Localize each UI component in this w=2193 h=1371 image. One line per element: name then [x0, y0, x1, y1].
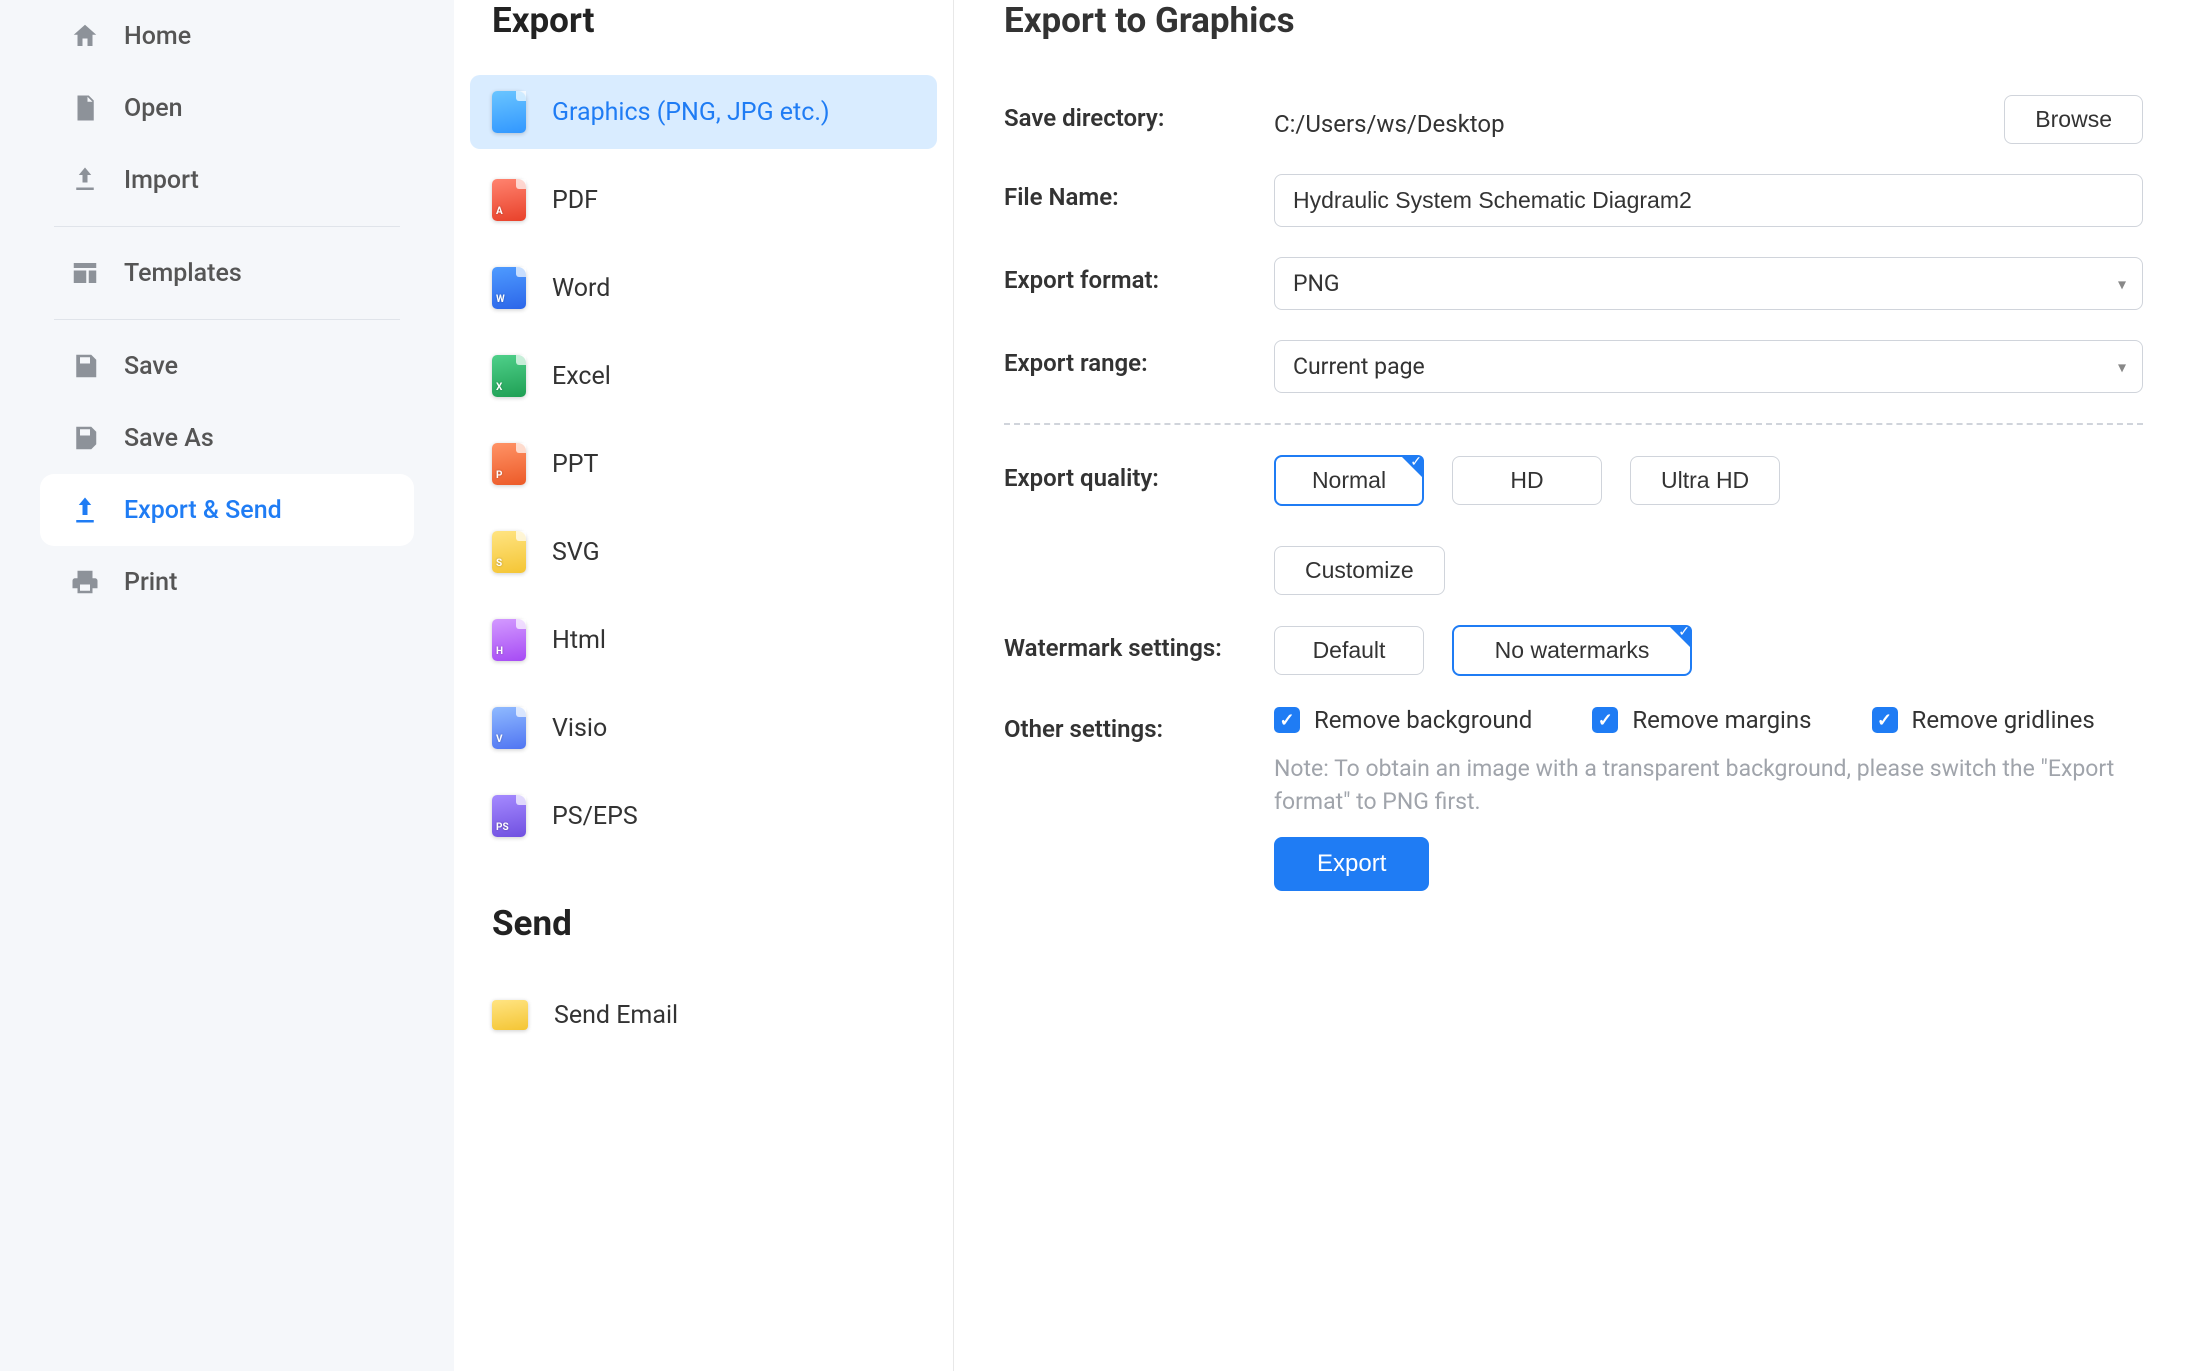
sidebar-item-label: Home [124, 22, 191, 51]
export-button[interactable]: Export [1274, 837, 1429, 891]
format-item-label: Word [552, 274, 610, 303]
ps-file-icon: PS [492, 795, 526, 837]
watermark-default-button[interactable]: Default [1274, 626, 1424, 675]
format-item-visio[interactable]: V Visio [470, 691, 937, 765]
quality-hd-button[interactable]: HD [1452, 456, 1602, 505]
format-item-excel[interactable]: X Excel [470, 339, 937, 413]
format-item-html[interactable]: H Html [470, 603, 937, 677]
checkbox-checked-icon: ✓ [1872, 707, 1898, 733]
export-format-list: Export Graphics (PNG, JPG etc.) A PDF W … [454, 0, 954, 1371]
graphics-file-icon [492, 91, 526, 133]
file-name-input[interactable] [1274, 174, 2143, 227]
format-item-ps-eps[interactable]: PS PS/EPS [470, 779, 937, 853]
file-name-label: File Name: [1004, 174, 1274, 211]
visio-file-icon: V [492, 707, 526, 749]
send-email-item[interactable]: Send Email [470, 978, 937, 1052]
sidebar-item-save[interactable]: Save [40, 330, 414, 402]
sidebar-item-templates[interactable]: Templates [40, 237, 414, 309]
export-format-select[interactable]: PNG [1274, 257, 2143, 310]
save-directory-value: C:/Users/ws/Desktop [1274, 101, 1505, 138]
checkbox-label: Remove background [1314, 706, 1532, 734]
remove-margins-checkbox[interactable]: ✓ Remove margins [1592, 706, 1811, 734]
sidebar-item-label: Export & Send [124, 496, 282, 525]
quality-customize-button[interactable]: Customize [1274, 546, 1445, 595]
sidebar-item-print[interactable]: Print [40, 546, 414, 618]
sidebar-item-home[interactable]: Home [40, 0, 414, 72]
sidebar-item-label: Import [124, 166, 199, 195]
sidebar-divider [54, 319, 400, 320]
open-icon [70, 93, 100, 123]
format-item-label: PS/EPS [552, 802, 638, 831]
home-icon [70, 21, 100, 51]
svg-file-icon: S [492, 531, 526, 573]
export-format-value: PNG [1293, 270, 1340, 297]
format-item-word[interactable]: W Word [470, 251, 937, 325]
export-format-label: Export format: [1004, 257, 1274, 294]
save-icon [70, 351, 100, 381]
export-panel: Export to Graphics Save directory: C:/Us… [954, 0, 2193, 1371]
other-settings-label: Other settings: [1004, 706, 1274, 743]
excel-file-icon: X [492, 355, 526, 397]
save-directory-label: Save directory: [1004, 95, 1274, 132]
watermark-none-button[interactable]: No watermarks [1452, 625, 1692, 676]
export-range-select[interactable]: Current page [1274, 340, 2143, 393]
sidebar-divider [54, 226, 400, 227]
format-item-svg[interactable]: S SVG [470, 515, 937, 589]
format-item-label: SVG [552, 538, 600, 567]
sidebar-item-save-as[interactable]: Save As [40, 402, 414, 474]
pdf-file-icon: A [492, 179, 526, 221]
import-icon [70, 165, 100, 195]
quality-ultra-hd-button[interactable]: Ultra HD [1630, 456, 1780, 505]
export-icon [70, 495, 100, 525]
export-quality-label: Export quality: [1004, 455, 1274, 492]
export-range-value: Current page [1293, 353, 1425, 380]
templates-icon [70, 258, 100, 288]
watermark-label: Watermark settings: [1004, 625, 1274, 662]
checkbox-label: Remove margins [1632, 706, 1811, 734]
print-icon [70, 567, 100, 597]
panel-title: Export to Graphics [1004, 0, 2143, 41]
format-item-label: Html [552, 626, 606, 655]
sidebar-item-import[interactable]: Import [40, 144, 414, 216]
sidebar-item-label: Print [124, 568, 177, 597]
mail-icon [492, 1000, 528, 1030]
sidebar-item-label: Open [124, 94, 183, 123]
remove-background-checkbox[interactable]: ✓ Remove background [1274, 706, 1532, 734]
format-item-pdf[interactable]: A PDF [470, 163, 937, 237]
html-file-icon: H [492, 619, 526, 661]
format-item-graphics[interactable]: Graphics (PNG, JPG etc.) [470, 75, 937, 149]
format-item-label: Visio [552, 714, 607, 743]
word-file-icon: W [492, 267, 526, 309]
sidebar-item-label: Templates [124, 259, 242, 288]
checkbox-label: Remove gridlines [1912, 706, 2095, 734]
ppt-file-icon: P [492, 443, 526, 485]
send-email-label: Send Email [554, 1001, 678, 1030]
export-note: Note: To obtain an image with a transpar… [1274, 752, 2143, 819]
export-range-label: Export range: [1004, 340, 1274, 377]
browse-button[interactable]: Browse [2004, 95, 2143, 144]
format-item-label: PDF [552, 186, 598, 215]
save-as-icon [70, 423, 100, 453]
format-item-ppt[interactable]: P PPT [470, 427, 937, 501]
quality-normal-button[interactable]: Normal [1274, 455, 1424, 506]
sidebar-item-export-send[interactable]: Export & Send [40, 474, 414, 546]
export-heading: Export [492, 0, 915, 41]
section-divider [1004, 423, 2143, 425]
sidebar-item-label: Save [124, 352, 178, 381]
sidebar-item-open[interactable]: Open [40, 72, 414, 144]
format-item-label: Graphics (PNG, JPG etc.) [552, 98, 830, 127]
sidebar: Home Open Import Templates Save Save As [0, 0, 454, 1371]
send-heading: Send [492, 903, 915, 944]
sidebar-item-label: Save As [124, 424, 214, 453]
format-item-label: Excel [552, 362, 611, 391]
checkbox-checked-icon: ✓ [1592, 707, 1618, 733]
remove-gridlines-checkbox[interactable]: ✓ Remove gridlines [1872, 706, 2095, 734]
checkbox-checked-icon: ✓ [1274, 707, 1300, 733]
format-item-label: PPT [552, 450, 598, 479]
